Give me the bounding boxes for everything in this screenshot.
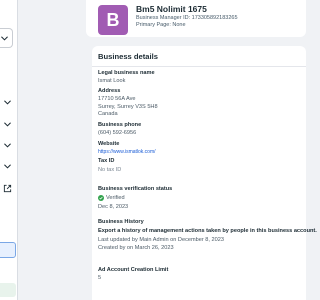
legal-name-value: Ismat Look [98,78,126,84]
external-link-icon[interactable] [3,180,12,193]
ad-account-limit-label: Ad Account Creation Limit [98,267,169,273]
website-label: Website [98,141,120,147]
chevron-down-icon[interactable] [3,120,12,129]
tax-id-label: Tax ID [98,158,115,164]
business-name: Bm5 Nolimit 1675 [136,4,207,14]
phone-value: (604) 592-6956 [98,130,137,136]
chevron-down-icon[interactable] [3,162,12,171]
left-sidebar [0,0,18,300]
business-details-card: Business details Legal business name Ism… [92,46,317,300]
tax-id-value: No tax ID [98,167,122,173]
address-line-3: Canada [98,111,118,117]
sidebar-item[interactable] [0,283,16,297]
business-history-label: Business History [98,219,144,225]
business-manager-id: Business Manager ID: 173305892183265 [136,15,238,21]
ad-account-limit-value: 5 [98,275,102,281]
business-avatar: B [98,5,128,35]
address-label: Address [98,88,121,94]
legal-name-label: Legal business name [98,70,155,76]
primary-page: Primary Page: None [136,22,186,28]
chevron-down-icon[interactable] [3,98,12,107]
divider [92,66,306,67]
last-updated-text: Last updated by Main Admin on December 8… [98,237,224,243]
verification-status: Verified [98,195,125,201]
verification-date: Dec 8, 2023 [98,204,129,210]
chevron-down-icon[interactable] [3,141,12,150]
business-details-title: Business details [98,52,158,61]
verification-status-label: Business verification status [98,186,173,192]
sidebar-selected-item[interactable] [0,242,16,258]
address-line-1: 17710 56A Ave [98,96,136,102]
business-header-card: B Bm5 Nolimit 1675 Business Manager ID: … [86,0,306,37]
phone-label: Business phone [98,122,142,128]
chevron-down-icon [0,34,9,43]
verification-status-value: Verified [106,195,125,201]
address-line-2: Surrey, Surrey V3S 5H8 [98,103,158,110]
created-on-text: Created by on March 26, 2023 [98,245,174,251]
export-history-link[interactable]: Export a history of management actions t… [98,228,317,234]
sidebar-dropdown[interactable] [0,28,13,48]
website-link[interactable]: https://www.ismatlok.com/ [98,149,156,157]
check-circle-icon [98,195,104,201]
